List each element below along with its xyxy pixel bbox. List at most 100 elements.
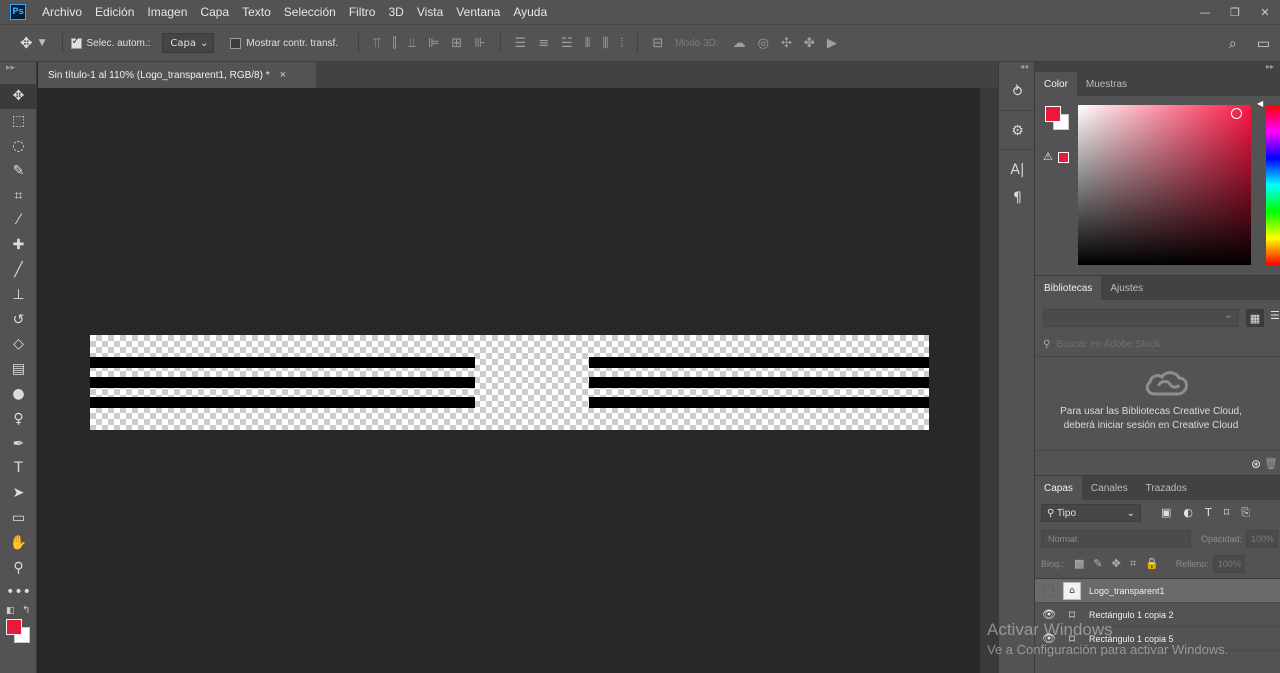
lock-transparency-icon[interactable]: ▩ [1074, 557, 1084, 571]
visibility-toggle[interactable] [1043, 585, 1054, 596]
restore-button[interactable]: ❐ [1220, 6, 1250, 19]
move-tool-icon[interactable]: ✥ [20, 34, 33, 52]
properties-icon[interactable]: ⚙ [999, 117, 1036, 145]
lasso-tool[interactable]: ◌ [0, 134, 37, 159]
distribute-hcenter-icon[interactable]: ⫼ [602, 36, 608, 51]
brush-tool[interactable]: ╱ [0, 258, 37, 283]
rectangle-tool[interactable]: ▭ [0, 506, 37, 531]
fill-input[interactable]: 100% [1212, 555, 1245, 573]
type-tool[interactable]: T [0, 456, 37, 481]
distribute-bottom-icon[interactable]: ☱ [561, 36, 573, 51]
orbit-3d-icon[interactable]: ☁ [733, 36, 746, 51]
collapse-icon[interactable]: ◂◂ [999, 62, 1034, 72]
swap-colors-icon[interactable]: ↰ [22, 605, 30, 616]
tab-libraries[interactable]: Bibliotecas [1035, 276, 1102, 300]
eye-icon[interactable]: 👁 [1035, 608, 1063, 621]
show-transform-checkbox[interactable] [230, 37, 242, 49]
path-select-tool[interactable]: ➤ [0, 481, 37, 506]
search-icon[interactable]: ⌕ [1229, 36, 1237, 52]
history-icon[interactable]: ⥁ [999, 78, 1036, 106]
align-hcenter-icon[interactable]: ⊞ [451, 36, 462, 51]
slide-3d-icon[interactable]: ✤ [804, 36, 815, 51]
menu-vista[interactable]: Vista [417, 5, 443, 19]
distribute-vcenter-icon[interactable]: ≡ [538, 36, 549, 51]
scale-3d-icon[interactable]: ▶ [827, 36, 837, 51]
document-tab[interactable]: Sin título-1 al 110% (Logo_transparent1,… [38, 62, 316, 88]
marquee-tool[interactable]: ⬚ [0, 109, 37, 134]
menu-imagen[interactable]: Imagen [147, 5, 187, 19]
canvas-area[interactable] [38, 88, 980, 673]
minimize-button[interactable]: — [1190, 6, 1220, 19]
distribute-right-icon[interactable]: ⦙ [620, 36, 623, 51]
eraser-tool[interactable]: ◇ [0, 332, 37, 357]
collapse-icon[interactable]: ▸▸ [0, 62, 36, 84]
trash-icon[interactable]: 🗑 [1264, 457, 1278, 470]
paragraph-icon[interactable]: ¶ [999, 184, 1036, 212]
auto-select-target-dropdown[interactable]: Capa ⌄ [162, 33, 215, 53]
align-left-icon[interactable]: ⊫ [428, 36, 439, 51]
color-field[interactable] [1078, 105, 1251, 265]
menu-filtro[interactable]: Filtro [349, 5, 376, 19]
close-icon[interactable]: × [280, 69, 286, 81]
healing-tool[interactable]: ✚ [0, 233, 37, 258]
dodge-tool[interactable]: ♀ [0, 406, 37, 431]
lock-all-icon[interactable]: 🔒 [1145, 557, 1159, 571]
layer-row[interactable]: 👁 ⌑ Rectángulo 1 copia 2 [1035, 603, 1280, 627]
layer-row[interactable]: ⌂ Logo_transparent1 [1035, 579, 1280, 603]
filter-adjustment-icon[interactable]: ◐ [1183, 506, 1193, 520]
eye-icon[interactable]: 👁 [1035, 632, 1063, 645]
menu-seleccion[interactable]: Selección [284, 5, 336, 19]
lock-artboard-icon[interactable]: ⌗ [1130, 557, 1136, 571]
collapse-icon[interactable]: ▸▸ [1035, 62, 1280, 72]
filter-smart-object-icon[interactable]: ⎘ [1241, 506, 1250, 520]
more-tools[interactable]: ••• [0, 580, 37, 605]
distribute-left-icon[interactable]: ⦀ [585, 36, 591, 51]
tab-adjustments[interactable]: Ajustes [1101, 276, 1152, 300]
filter-type-icon[interactable]: T [1205, 506, 1212, 520]
web-safe-swatch[interactable] [1058, 152, 1069, 163]
auto-align-icon[interactable]: ⊟ [652, 36, 663, 51]
tab-channels[interactable]: Canales [1082, 476, 1137, 500]
document-canvas[interactable] [90, 335, 929, 430]
opacity-input[interactable]: 100% [1246, 530, 1279, 548]
align-top-icon[interactable]: ⫪ [373, 36, 380, 51]
cloud-link-icon[interactable]: ⊛ [1251, 457, 1261, 471]
blur-tool[interactable]: ● [0, 382, 37, 407]
lock-paint-icon[interactable]: ✎ [1093, 557, 1102, 571]
distribute-top-icon[interactable]: ☰ [515, 36, 527, 51]
foreground-color-swatch[interactable] [6, 618, 22, 635]
hue-slider[interactable] [1266, 105, 1280, 265]
eyedropper-tool[interactable]: ⁄ [0, 208, 37, 233]
tab-paths[interactable]: Trazados [1137, 476, 1196, 500]
zoom-tool[interactable]: ⚲ [0, 555, 37, 580]
vertical-scrollbar[interactable] [980, 88, 998, 673]
menu-ventana[interactable]: Ventana [456, 5, 500, 19]
menu-3d[interactable]: 3D [388, 5, 403, 19]
character-icon[interactable]: A| [999, 156, 1036, 184]
tab-layers[interactable]: Capas [1035, 476, 1082, 500]
menu-texto[interactable]: Texto [242, 5, 271, 19]
tab-color[interactable]: Color [1035, 72, 1077, 96]
history-brush-tool[interactable]: ↺ [0, 307, 37, 332]
menu-capa[interactable]: Capa [200, 5, 229, 19]
move-tool[interactable]: ✥ [0, 84, 37, 109]
list-view-icon[interactable]: ☰ [1270, 309, 1280, 322]
gamut-warning-icon[interactable]: ⚠ [1043, 150, 1053, 163]
default-colors-icon[interactable]: ◧ [6, 606, 15, 616]
stock-search[interactable]: ⚲ Buscar en Adobe Stock [1043, 336, 1273, 352]
filter-shape-icon[interactable]: ⌑ [1224, 506, 1230, 520]
menu-archivo[interactable]: Archivo [42, 5, 82, 19]
color-picker-handle[interactable] [1231, 108, 1242, 119]
pan-3d-icon[interactable]: ✣ [781, 36, 792, 51]
close-button[interactable]: ✕ [1250, 6, 1280, 19]
lock-position-icon[interactable]: ✥ [1112, 557, 1121, 571]
foreground-color-swatch[interactable] [1045, 106, 1061, 122]
auto-select-checkbox[interactable] [70, 36, 82, 49]
menu-ayuda[interactable]: Ayuda [513, 5, 547, 19]
hand-tool[interactable]: ✋ [0, 530, 37, 555]
align-bottom-icon[interactable]: ⫫ [409, 36, 416, 51]
gradient-tool[interactable]: ▤ [0, 357, 37, 382]
layer-row[interactable]: 👁 ⌑ Rectángulo 1 copia 5 [1035, 627, 1280, 651]
stamp-tool[interactable]: ⊥ [0, 282, 37, 307]
quick-select-tool[interactable]: ✎ [0, 158, 37, 183]
